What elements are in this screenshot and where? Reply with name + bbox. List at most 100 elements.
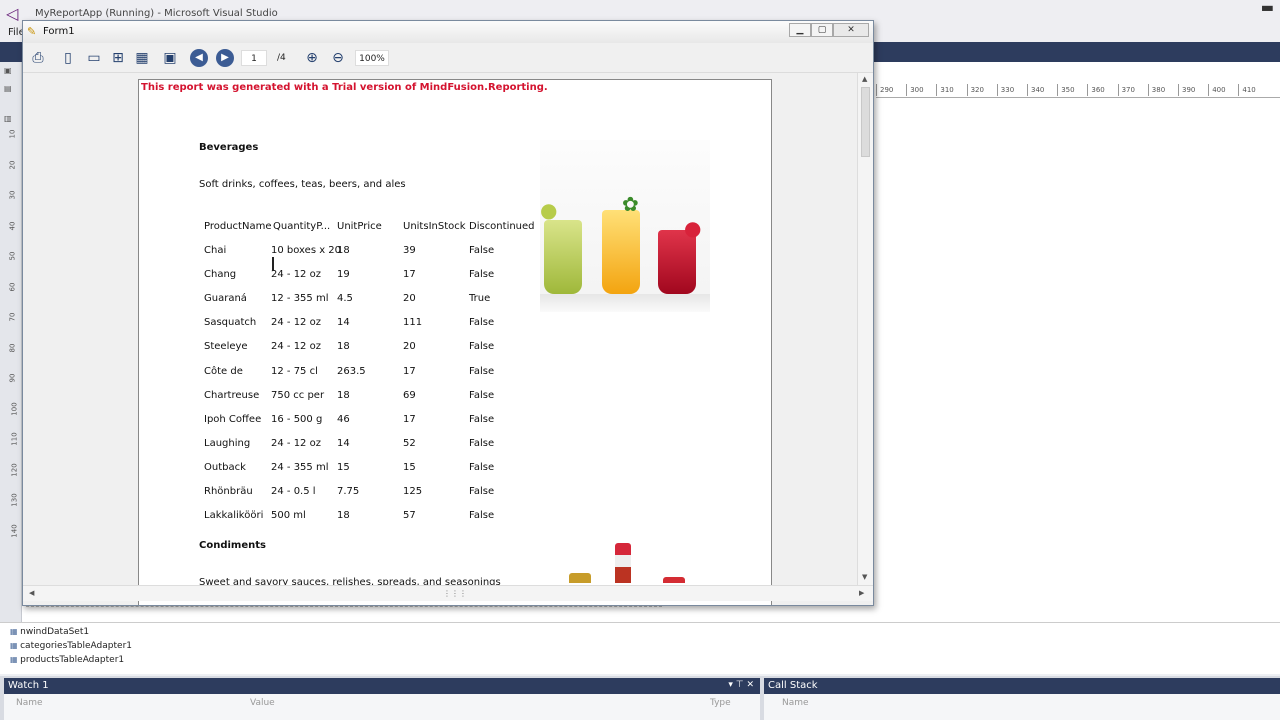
ruler-tick-label: 290 (875, 84, 894, 96)
tray-item-categories-adapter[interactable]: categoriesTableAdapter1 (10, 641, 132, 651)
table-cell: 750 cc per (271, 389, 325, 401)
table-row: Chai 10 boxes x 20 18 39 False (139, 245, 539, 259)
table-cell: 15 (403, 461, 416, 473)
ruler-tick-label: 410 (1238, 84, 1256, 96)
table-cell: True (469, 293, 491, 305)
print-icon[interactable]: ⎙ (27, 48, 49, 68)
vs-minimize-button[interactable]: ▬ (1261, 0, 1274, 16)
ruler-tick-label: 140 (10, 523, 19, 538)
table-cell: False (469, 365, 495, 377)
table-row: Steeleye 24 - 12 oz 18 20 False (139, 341, 539, 355)
ruler-tick-label: 90 (8, 373, 17, 383)
single-page-icon[interactable]: ▯ (57, 48, 79, 68)
four-pages-icon[interactable]: ⊞ (107, 48, 129, 68)
scroll-up-icon[interactable]: ▲ (862, 75, 867, 83)
table-cell: 4.5 (337, 293, 353, 305)
next-page-button[interactable]: ▶ (216, 49, 234, 67)
pin-icon[interactable]: ▾ ⊤ ✕ (728, 680, 754, 690)
maximize-button[interactable]: ▢ (811, 23, 833, 37)
ruler-tick-label: 110 (10, 432, 19, 446)
report-ruler-vertical: 10 20 30 40 50 60 70 80 90 100 110 120 130 140 (8, 130, 18, 610)
tool-window-tab[interactable]: ▥ (4, 114, 18, 126)
callstack-panel-title: Call Stack (768, 680, 818, 691)
ruler-tick-label: 390 (1177, 84, 1196, 96)
export-icon[interactable]: ▣ (159, 48, 181, 68)
table-cell: False (469, 317, 495, 329)
form1-titlebar[interactable]: ✎ Form1 ▁ ▢ ✕ (23, 21, 873, 43)
column-header-unitsinstock: UnitsInStock (403, 221, 466, 232)
table-row: Rhönbräu 24 - 0.5 l 7.75 125 False (139, 486, 539, 500)
ruler-tick-label: 100 (10, 401, 19, 416)
page-number-input[interactable]: 1 (241, 50, 267, 66)
condiments-picture (559, 543, 689, 583)
table-cell: False (469, 437, 495, 449)
table-cell: 24 - 12 oz (271, 437, 321, 449)
table-cell: Sasquatch (204, 317, 257, 329)
table-cell: 18 (337, 245, 350, 256)
report-preview-area[interactable]: This report was generated with a Trial v… (23, 73, 857, 605)
jar-lid (663, 577, 685, 583)
horizontal-scrollbar[interactable]: ◀ ⋮⋮⋮ ▶ (23, 585, 873, 601)
table-cell: False (469, 269, 495, 281)
table-row: Lakkalikööri 500 ml 18 57 False (139, 510, 539, 524)
table-cell: 125 (403, 486, 423, 497)
table-cell: Chartreuse (204, 389, 260, 401)
tray-item-products-adapter[interactable]: productsTableAdapter1 (10, 655, 124, 665)
ruler-tick-label: 40 (8, 221, 17, 230)
table-row: Ipoh Coffee 16 - 500 g 46 17 False (139, 414, 539, 428)
zoom-out-icon[interactable]: ⊖ (327, 48, 349, 68)
table-cell: Lakkalikööri (204, 510, 264, 522)
ruler-tick-label: 60 (8, 282, 17, 291)
horizontal-scroll-grip[interactable]: ⋮⋮⋮ (443, 589, 467, 598)
vertical-scroll-thumb[interactable] (861, 87, 870, 157)
tray-item-dataset[interactable]: nwindDataSet1 (10, 627, 89, 637)
scroll-right-icon[interactable]: ▶ (859, 589, 864, 597)
close-button[interactable]: ✕ (833, 23, 869, 37)
ruler-tick-label: 320 (966, 84, 984, 96)
table-cell: Côte de (204, 365, 243, 377)
callstack-col-name[interactable]: Name (782, 698, 809, 708)
table-cell: False (469, 413, 495, 425)
table-cell: Chang (204, 269, 237, 281)
two-pages-icon[interactable]: ▭ (83, 48, 105, 68)
server-explorer-icon[interactable]: ▤ (4, 84, 18, 96)
minimize-button[interactable]: ▁ (789, 23, 811, 37)
table-cell: False (469, 245, 495, 256)
callstack-panel: Call Stack Name (764, 678, 1280, 720)
scroll-left-icon[interactable]: ◀ (29, 589, 34, 597)
zoom-in-icon[interactable]: ⊕ (301, 48, 323, 68)
table-cell: False (469, 341, 495, 353)
toolbox-icon[interactable]: ▣ (4, 66, 18, 78)
table-cell: 69 (403, 389, 416, 401)
ruler-tick-label: 330 (996, 84, 1015, 96)
trial-notice: This report was generated with a Trial v… (141, 82, 548, 93)
multi-pages-icon[interactable]: ▦ (131, 48, 153, 68)
scroll-down-icon[interactable]: ▼ (862, 573, 867, 581)
beverages-picture: ● ✿ ● (540, 140, 710, 312)
vertical-scrollbar[interactable]: ▲ ▼ (857, 73, 873, 585)
lime-garnish-icon: ● (540, 198, 558, 222)
green-drink-glass (544, 220, 582, 294)
designer-grid-edge (26, 606, 662, 618)
table-cell: 15 (337, 461, 350, 473)
watch-panel-title: Watch 1 (8, 680, 49, 691)
category-name: Beverages (199, 142, 259, 153)
table-cell: 24 - 355 ml (271, 461, 329, 473)
ruler-tick-label: 340 (1026, 84, 1045, 96)
watch-col-name[interactable]: Name (16, 698, 43, 708)
ruler-tick-label: 10 (8, 129, 17, 139)
ruler-tick-label: 120 (10, 462, 19, 477)
callstack-panel-header[interactable]: Call Stack (764, 678, 1280, 694)
zoom-level-field[interactable]: 100% (355, 50, 389, 66)
table-cell: 12 - 355 ml (271, 293, 329, 305)
table-cell: 18 (337, 341, 350, 353)
watch-col-type[interactable]: Type (710, 698, 731, 708)
report-viewer-toolbar: ⎙ ▯ ▭ ⊞ ▦ ▣ ◀ ▶ 1 /4 ⊕ ⊖ 100% (23, 43, 873, 73)
watch-col-value[interactable]: Value (250, 698, 275, 708)
ruler-tick-label: 380 (1147, 84, 1166, 96)
ruler-tick-label: 400 (1208, 84, 1226, 96)
table-row: Guaraná 12 - 355 ml 4.5 20 True (139, 293, 539, 307)
previous-page-button[interactable]: ◀ (190, 49, 208, 67)
category-name: Condiments (199, 540, 266, 551)
watch-panel-header[interactable]: Watch 1 ▾ ⊤ ✕ (4, 678, 760, 694)
